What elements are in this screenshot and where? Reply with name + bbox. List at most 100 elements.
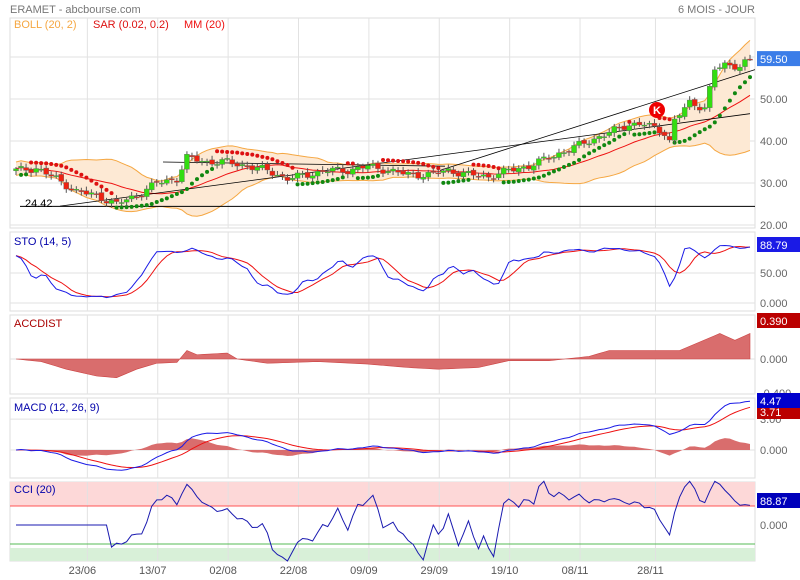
sar-dot xyxy=(687,136,692,141)
sar-dot xyxy=(491,164,496,169)
candle xyxy=(73,189,80,191)
candle xyxy=(737,67,743,71)
sar-dot xyxy=(104,187,109,192)
candle xyxy=(556,152,562,158)
candle xyxy=(224,158,230,160)
sar-dot xyxy=(255,153,260,158)
candle xyxy=(722,62,728,69)
candle xyxy=(244,165,250,167)
sar-dot xyxy=(330,178,335,183)
candle xyxy=(78,190,85,192)
candle xyxy=(707,85,713,108)
sar-dot xyxy=(265,155,270,160)
candle xyxy=(671,118,678,141)
macd-badge: 4.47 xyxy=(760,396,781,408)
candle xyxy=(516,167,522,173)
y-tick-label: 30.00 xyxy=(760,178,788,190)
candle xyxy=(536,158,542,166)
sar-dot xyxy=(541,173,546,178)
sar-dot xyxy=(632,132,637,137)
candle xyxy=(410,172,416,175)
sar-dot xyxy=(406,159,411,164)
candle xyxy=(611,126,617,134)
x-tick-label: 28/11 xyxy=(637,565,664,577)
sar-dot xyxy=(561,165,566,170)
candle xyxy=(541,156,547,159)
panel-1 xyxy=(9,231,756,312)
candle xyxy=(58,174,64,182)
candle xyxy=(450,169,457,174)
event-marker-k-label: K xyxy=(653,105,661,117)
sar-dot xyxy=(587,151,592,156)
candle xyxy=(174,180,180,183)
candle xyxy=(490,178,497,180)
candle xyxy=(601,136,607,138)
sar-dot xyxy=(179,190,184,195)
candle xyxy=(184,154,190,170)
sar-dot xyxy=(567,162,572,167)
sto-title: STO (14, 5) xyxy=(14,236,71,248)
sar-dot xyxy=(154,199,159,204)
sar-dot xyxy=(737,85,742,90)
y-tick-label: 0.000 xyxy=(760,445,788,457)
candle xyxy=(299,173,306,175)
candle xyxy=(385,171,391,174)
sar-dot xyxy=(79,172,84,177)
candle xyxy=(38,169,44,171)
candle xyxy=(350,168,356,175)
candle xyxy=(511,167,517,172)
candle xyxy=(304,172,311,178)
sar-dot xyxy=(245,151,250,156)
candle xyxy=(425,172,431,178)
candle xyxy=(631,122,638,126)
sar-dot xyxy=(139,203,144,208)
sar-dot xyxy=(119,205,124,210)
sar-dot xyxy=(94,181,99,186)
sar-dot xyxy=(290,165,295,170)
sar-dot xyxy=(184,186,189,191)
sar-dot xyxy=(99,184,104,189)
sar-dot xyxy=(416,160,421,165)
candle xyxy=(330,167,336,172)
candle xyxy=(370,163,376,166)
candle xyxy=(691,99,698,107)
sar-dot xyxy=(748,75,752,80)
sar-dot xyxy=(506,180,511,185)
candle xyxy=(445,168,452,171)
candle xyxy=(480,174,487,177)
candle xyxy=(18,166,24,168)
candle xyxy=(103,201,110,204)
candle xyxy=(324,171,331,174)
candle xyxy=(495,173,502,179)
sar-dot xyxy=(194,177,199,182)
sar-dot xyxy=(54,162,59,167)
candle xyxy=(470,169,477,176)
candle xyxy=(727,62,733,66)
cci-overbought-zone xyxy=(10,482,755,506)
candle xyxy=(460,172,467,177)
candle xyxy=(108,200,115,204)
sar-dot xyxy=(607,140,612,145)
y-tick-label: 40.00 xyxy=(760,136,788,148)
sar-dot xyxy=(250,152,255,157)
sar-dot xyxy=(421,161,426,166)
candle xyxy=(581,140,587,144)
x-tick-label: 29/09 xyxy=(421,565,449,577)
sar-dot xyxy=(426,163,431,168)
sar-dot xyxy=(642,131,647,136)
candle xyxy=(144,188,150,197)
candle xyxy=(269,170,276,176)
y-tick-label: 0.000 xyxy=(760,354,788,366)
candle xyxy=(23,167,29,171)
candle xyxy=(521,166,527,169)
candle xyxy=(430,171,436,173)
candle xyxy=(380,169,386,174)
sar-dot xyxy=(39,161,44,166)
sar-dot xyxy=(44,161,49,166)
sar-dot xyxy=(501,180,506,185)
x-tick-label: 19/10 xyxy=(491,565,519,577)
candle xyxy=(626,125,633,131)
candle xyxy=(681,107,688,117)
sar-dot xyxy=(215,149,220,154)
legend-mm: MM (20) xyxy=(184,19,225,31)
